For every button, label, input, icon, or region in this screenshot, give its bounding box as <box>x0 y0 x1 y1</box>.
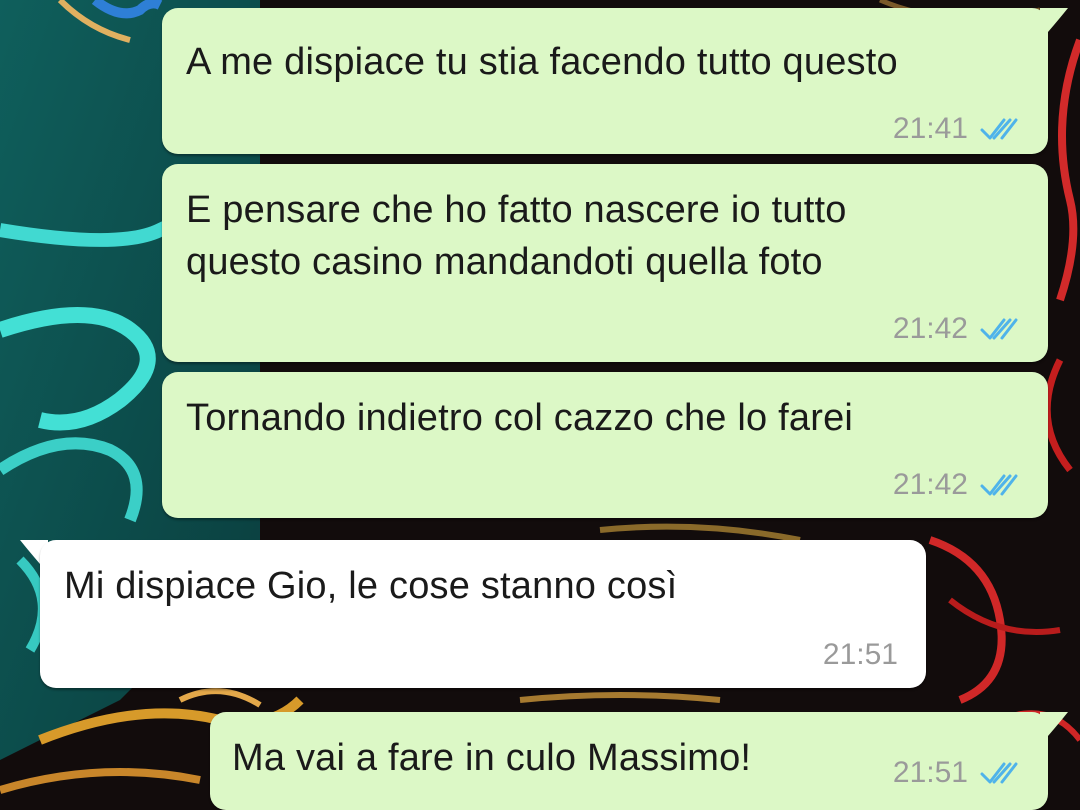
message-text: E pensare che ho fatto nascere io tutto … <box>186 189 847 283</box>
message-timestamp: 21:41 <box>892 112 968 145</box>
message-timestamp: 21:42 <box>892 312 968 345</box>
message-text: A me dispiace tu stia facendo tutto ques… <box>186 41 898 83</box>
message-bubble-incoming[interactable]: Mi dispiace Gio, le cose stanno così 21:… <box>40 540 926 688</box>
message-text: Tornando indietro col cazzo che lo farei <box>186 397 854 439</box>
message-timestamp: 21:42 <box>892 468 968 501</box>
message-text: Ma vai a fare in culo Massimo! <box>232 737 752 779</box>
bubble-tail-outgoing <box>1040 712 1068 736</box>
double-check-read-icon <box>980 472 1020 498</box>
message-bubble-outgoing[interactable]: A me dispiace tu stia facendo tutto ques… <box>162 8 1048 154</box>
message-bubble-outgoing[interactable]: E pensare che ho fatto nascere io tutto … <box>162 164 1048 362</box>
message-timestamp: 21:51 <box>892 756 968 789</box>
message-bubble-outgoing[interactable]: Ma vai a fare in culo Massimo! 21:51 <box>210 712 1048 810</box>
message-text: Mi dispiace Gio, le cose stanno così <box>64 565 678 607</box>
bubble-tail-outgoing <box>1040 8 1068 32</box>
message-timestamp: 21:51 <box>822 638 898 671</box>
double-check-read-icon <box>980 316 1020 342</box>
double-check-read-icon <box>980 760 1020 786</box>
message-bubble-outgoing[interactable]: Tornando indietro col cazzo che lo farei… <box>162 372 1048 518</box>
double-check-read-icon <box>980 116 1020 142</box>
